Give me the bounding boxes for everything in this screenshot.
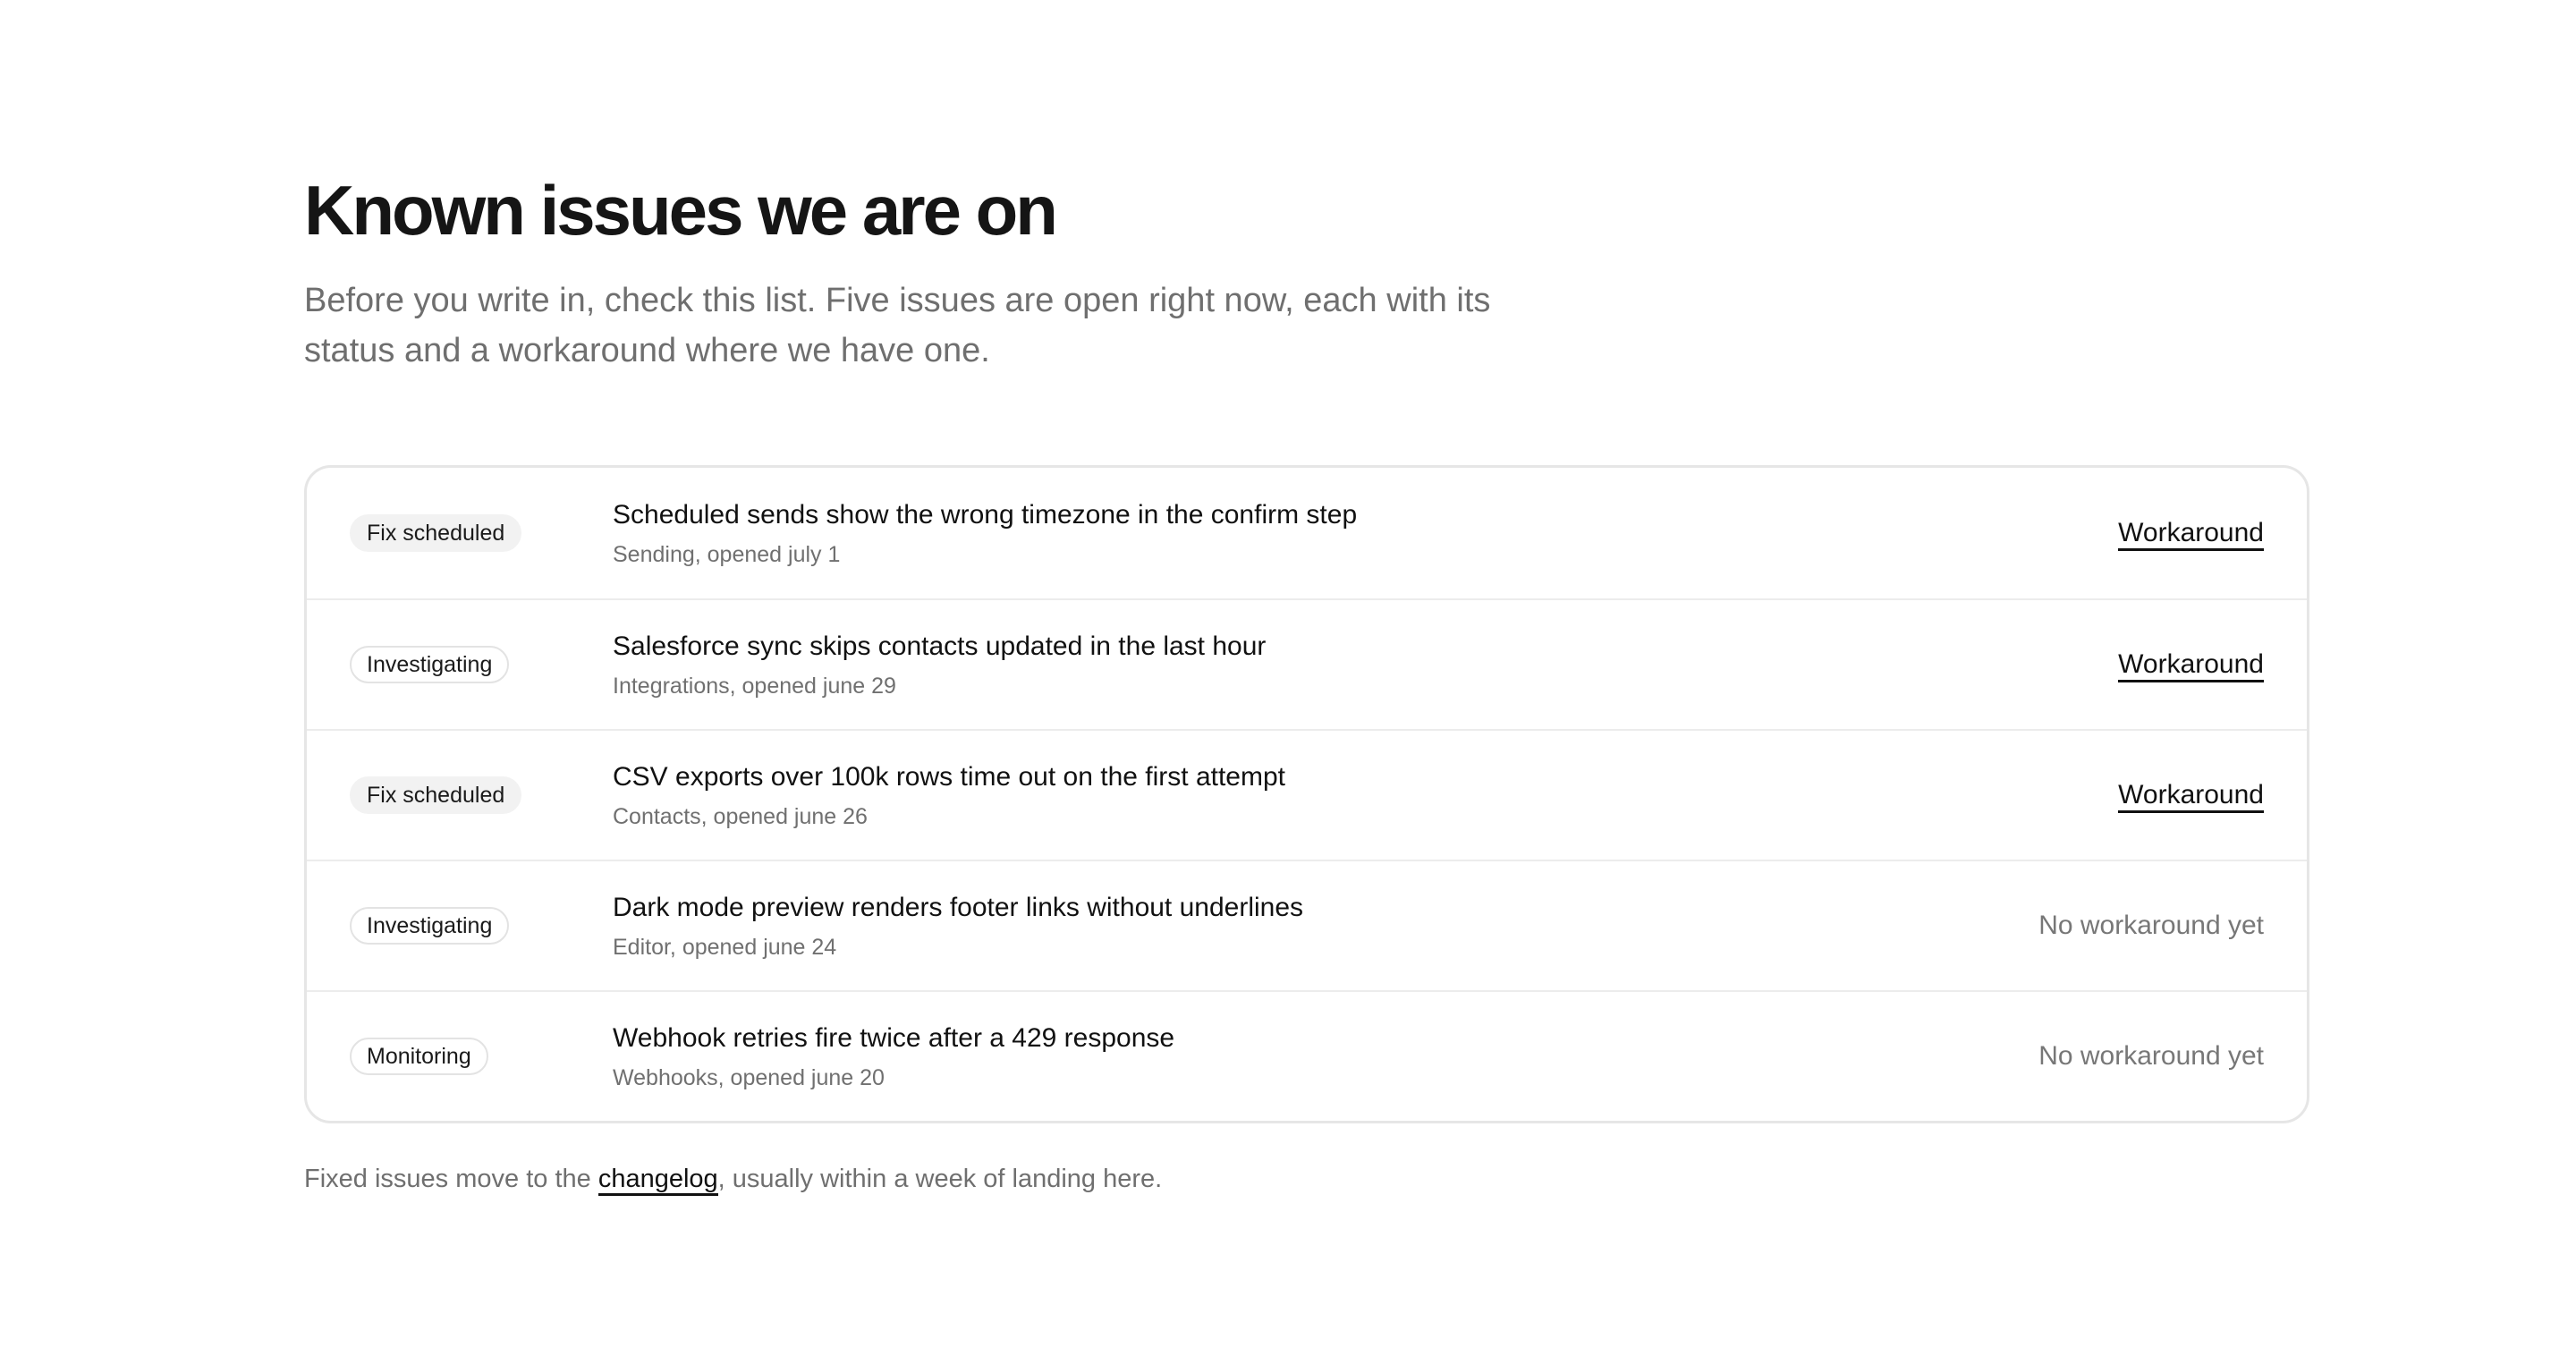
issue-row: Monitoring Webhook retries fire twice af…: [307, 990, 2307, 1121]
issue-info: Webhook retries fire twice after a 429 r…: [613, 1021, 2038, 1092]
page-title: Known issues we are on: [304, 171, 1058, 250]
issue-info: Salesforce sync skips contacts updated i…: [613, 629, 2118, 700]
status-badge: Investigating: [350, 646, 510, 683]
status-badge: Fix scheduled: [350, 514, 522, 552]
status-cell: Fix scheduled: [350, 514, 613, 552]
page-intro: Before you write in, check this list. Fi…: [304, 282, 1491, 369]
issue-action: No workaround yet: [2038, 1038, 2264, 1074]
issue-title: Webhook retries fire twice after a 429 r…: [613, 1023, 1175, 1053]
no-workaround-text: No workaround yet: [2038, 911, 2264, 940]
known-issues-page: Known issues we are on Before you write …: [304, 170, 2309, 1197]
status-cell: Investigating: [350, 907, 613, 945]
changelog-link[interactable]: changelog: [597, 1165, 718, 1196]
issue-row: Fix scheduled CSV exports over 100k rows…: [307, 729, 2307, 860]
issue-row: Fix scheduled Scheduled sends show the w…: [307, 468, 2307, 598]
issue-meta: Sending, opened july 1: [613, 542, 841, 567]
issue-row: Investigating Salesforce sync skips cont…: [307, 598, 2307, 729]
issue-info: CSV exports over 100k rows time out on t…: [613, 759, 2118, 831]
issue-info: Scheduled sends show the wrong timezone …: [613, 497, 2118, 569]
no-workaround-text: No workaround yet: [2038, 1041, 2264, 1071]
status-cell: Fix scheduled: [350, 776, 613, 814]
issue-action: No workaround yet: [2038, 908, 2264, 944]
workaround-link[interactable]: Workaround: [2118, 780, 2264, 813]
status-cell: Investigating: [350, 646, 613, 683]
issue-title: Dark mode preview renders footer links w…: [613, 893, 1304, 922]
issues-list: Fix scheduled Scheduled sends show the w…: [304, 465, 2309, 1123]
workaround-link[interactable]: Workaround: [2118, 518, 2264, 551]
issue-action: Workaround: [2118, 515, 2264, 551]
issue-title: CSV exports over 100k rows time out on t…: [613, 762, 1285, 792]
issue-meta: Editor, opened june 24: [613, 935, 837, 960]
issue-meta: Webhooks, opened june 20: [613, 1065, 885, 1090]
issue-info: Dark mode preview renders footer links w…: [613, 890, 2038, 962]
footer-suffix: , usually within a week of landing here.: [717, 1165, 1163, 1193]
status-badge: Monitoring: [350, 1038, 488, 1075]
issue-meta: Integrations, opened june 29: [613, 674, 896, 699]
issue-title: Scheduled sends show the wrong timezone …: [613, 500, 1358, 530]
status-cell: Monitoring: [350, 1038, 613, 1075]
footer-prefix: Fixed issues move to the: [304, 1165, 598, 1193]
issue-row: Investigating Dark mode preview renders …: [307, 860, 2307, 990]
issue-action: Workaround: [2118, 777, 2264, 813]
issue-action: Workaround: [2118, 647, 2264, 682]
footer-note: Fixed issues move to the changelog, usua…: [304, 1161, 2308, 1197]
status-badge: Investigating: [350, 907, 510, 945]
status-badge: Fix scheduled: [350, 776, 522, 814]
issue-title: Salesforce sync skips contacts updated i…: [613, 631, 1267, 661]
workaround-link[interactable]: Workaround: [2118, 649, 2264, 682]
issue-meta: Contacts, opened june 26: [613, 804, 868, 829]
